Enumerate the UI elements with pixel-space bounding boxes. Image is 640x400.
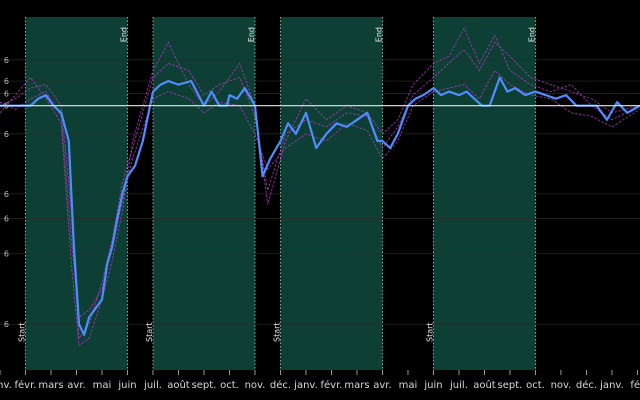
- band-4-end-label: End: [527, 27, 536, 42]
- x-tick-label-21: sept.: [498, 380, 523, 391]
- x-tick-label-1: janv.: [0, 380, 12, 391]
- x-tick-label-6: juin: [117, 380, 136, 391]
- y-tick-label-5: 6: [4, 130, 9, 139]
- x-tick-label-9: sept.: [192, 380, 217, 391]
- x-tick-label-13: janv.: [293, 380, 318, 391]
- x-tick-label-3: mars: [38, 380, 63, 391]
- x-tick-label-5: mai: [93, 380, 112, 391]
- band-3-start-label: Start: [272, 322, 281, 342]
- x-tick-label-10: oct.: [220, 380, 239, 391]
- y-tick-label-8: 6: [4, 250, 9, 259]
- chart-canvas: Start End Start End Start End Start End 6 6 6 6 6 6 6…: [0, 0, 640, 400]
- x-tick-label-7: juil.: [143, 380, 162, 391]
- x-tick-label-20: août: [473, 379, 496, 391]
- x-tick-label-17: mai: [399, 380, 418, 391]
- band-1-end-label: End: [119, 27, 128, 42]
- band-2-start-label: Start: [145, 322, 154, 342]
- x-tick-label-14: févr.: [320, 379, 342, 391]
- x-tick-label-26: fé: [630, 379, 640, 391]
- band-4-start-label: Start: [425, 322, 434, 342]
- x-tick-label-8: août: [167, 379, 190, 391]
- y-tick-label-1: 6: [4, 56, 9, 65]
- y-tick-label-7: 6: [4, 214, 9, 223]
- y-tick-label-2: 6: [4, 77, 9, 86]
- band-2-end-label: End: [247, 27, 256, 42]
- y-tick-label-3: 6: [4, 89, 9, 98]
- x-tick-label-4: avr.: [67, 380, 85, 391]
- y-tick-label-6: 6: [4, 190, 9, 199]
- x-tick-label-16: avr.: [373, 380, 391, 391]
- x-tick-label-19: juil.: [449, 380, 468, 391]
- x-tick-label-24: déc.: [576, 379, 597, 391]
- x-tick-label-22: oct.: [526, 380, 545, 391]
- x-tick-label-12: déc.: [270, 379, 291, 391]
- x-tick-label-11: nov.: [245, 380, 266, 391]
- x-tick-label-18: juin: [423, 380, 442, 391]
- band-3-end-label: End: [374, 27, 383, 42]
- x-tick-label-2: févr.: [15, 379, 37, 391]
- x-tick-label-23: nov.: [551, 380, 572, 391]
- x-tick-label-15: mars: [344, 380, 369, 391]
- y-tick-label-4: 6: [4, 102, 9, 111]
- band-1-start-label: Start: [17, 322, 26, 342]
- x-tick-label-25: janv.: [599, 380, 624, 391]
- y-tick-label-9: 6: [4, 320, 9, 329]
